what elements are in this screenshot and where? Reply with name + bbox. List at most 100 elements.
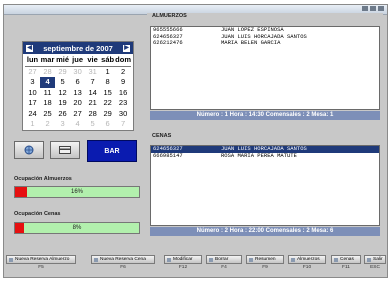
calendar-day[interactable]: 24 [25, 109, 40, 120]
almuerzos-list[interactable]: 965555666 JUAN LOPEZ ESPINOSA 624656327 JUA… [150, 26, 380, 110]
calendar-day[interactable]: 30 [70, 67, 85, 78]
calendar-day[interactable]: 26 [55, 109, 70, 120]
reservation-row[interactable]: 666985147 ROSA MARIA PEREA MATUTE [151, 151, 379, 160]
calendar-day[interactable]: 6 [100, 119, 115, 130]
calendar-day[interactable]: 16 [115, 88, 131, 99]
cenas-status: Número : 2 Hora : 22:00 Comensales : 2 M… [150, 227, 380, 236]
toolbar-button-f9[interactable]: Resumen [246, 255, 284, 264]
calendar-day[interactable]: 14 [85, 88, 100, 99]
calendar-day-name: dom [115, 55, 131, 67]
calendar-day-selected[interactable]: 4 [40, 77, 56, 88]
toolbar-icon [249, 257, 253, 262]
toolbar-button-label: Borrar [215, 257, 229, 262]
calendar-day[interactable]: 7 [85, 77, 100, 88]
toolbar-button-f4[interactable]: Borrar [206, 255, 242, 264]
calendar-day[interactable]: 31 [85, 67, 100, 78]
calendar-day[interactable]: 11 [40, 88, 55, 99]
calendar-day[interactable]: 25 [40, 109, 55, 120]
calendar-day[interactable]: 2 [40, 119, 55, 130]
calendar-month-year: septiembre de 2007 [43, 43, 113, 53]
toolbar-button-esc[interactable]: Salir [364, 255, 386, 264]
toolbar-button-f5[interactable]: Nueva Reserva Almuerzo [6, 255, 76, 264]
calendar-day[interactable]: 6 [70, 77, 85, 88]
calendar-day[interactable]: 28 [40, 67, 55, 78]
almuerzos-title: ALMUERZOS [152, 13, 187, 19]
calendar: ◀ septiembre de 2007 ▶ lun mar mié jue vie sá… [22, 41, 134, 131]
calendar-day[interactable]: 17 [25, 98, 40, 109]
calendar-day[interactable]: 15 [100, 88, 115, 99]
globe-button[interactable] [14, 141, 44, 159]
lunch-occupancy-fill [15, 187, 28, 197]
calendar-day-name: jue [70, 55, 86, 67]
reservation-name: ROSA MARIA PEREA MATUTE [221, 151, 297, 159]
calendar-day[interactable]: 3 [55, 119, 70, 130]
calendar-day[interactable]: 27 [70, 109, 85, 120]
almuerzos-panel: ALMUERZOS 965555666 JUAN LOPEZ ESPINOSA 62… [147, 13, 383, 123]
calendar-day[interactable]: 10 [25, 88, 40, 99]
cenas-title: CENAS [152, 133, 172, 139]
calendar-day[interactable]: 22 [100, 98, 115, 109]
toolbar-button-f12[interactable]: Modificar [164, 255, 202, 264]
calendar-day[interactable]: 8 [100, 77, 115, 88]
lunch-occupancy-label: Ocupación Almuerzos [14, 176, 72, 182]
function-key-label: F12 [178, 265, 188, 270]
function-key-label: F11 [342, 265, 350, 270]
bottom-toolbar: Nueva Reserva Almuerzo F5 Nueva Reserva Ce… [6, 255, 386, 273]
function-key-label: F5 [38, 265, 44, 270]
function-key-label: F4 [221, 265, 227, 270]
calendar-day[interactable]: 5 [55, 77, 70, 88]
reservation-phone: 666985147 [153, 151, 183, 159]
calendar-day-name: vie [85, 55, 101, 67]
minimize-icon[interactable] [362, 6, 368, 11]
calendar-day[interactable]: 9 [115, 77, 131, 88]
calendar-day[interactable]: 1 [25, 119, 40, 130]
toolbar-icon [167, 257, 171, 262]
calendar-day[interactable]: 29 [100, 109, 115, 120]
calendar-day[interactable]: 3 [25, 77, 40, 88]
calendar-day[interactable]: 4 [70, 119, 85, 130]
toolbar-button-f6[interactable]: Nueva Reserva Cena [91, 255, 155, 264]
function-key-label: ESC [370, 265, 380, 270]
lunch-occupancy-value: 16% [70, 189, 83, 195]
dinner-occupancy-bar: 8% [14, 222, 140, 234]
bar-button[interactable]: BAR [87, 140, 137, 162]
toolbar-icon [94, 257, 98, 262]
function-key-label: F6 [120, 265, 126, 270]
calendar-day[interactable]: 19 [55, 98, 70, 109]
lunch-occupancy-bar: 16% [14, 186, 140, 198]
calendar-day[interactable]: 7 [115, 119, 131, 130]
maximize-icon[interactable] [370, 6, 376, 11]
calendar-day[interactable]: 13 [70, 88, 85, 99]
function-key-label: F9 [262, 265, 268, 270]
toolbar-icon [291, 257, 295, 262]
cenas-list[interactable]: 624656327 JUAN LUIS HORCAJADA SANTOS 66698… [150, 145, 380, 226]
calendar-day[interactable]: 1 [100, 67, 115, 78]
calendar-day[interactable]: 21 [85, 98, 100, 109]
calendar-day[interactable]: 18 [40, 98, 55, 109]
toolbar-button-label: Nueva Reserva Almuerzo [15, 257, 70, 262]
calendar-grid: lun mar mié jue vie sáb dom 27 28 29 30 31 1 2 3 4 5 6 7 8 9… [23, 54, 133, 131]
close-icon[interactable] [378, 6, 384, 11]
globe-icon [24, 145, 34, 155]
calendar-day[interactable]: 23 [115, 98, 131, 109]
card-button[interactable] [50, 141, 80, 159]
calendar-day[interactable]: 27 [25, 67, 40, 78]
calendar-day[interactable]: 5 [85, 119, 100, 130]
calendar-day[interactable]: 12 [55, 88, 70, 99]
calendar-day[interactable]: 29 [55, 67, 70, 78]
toolbar-icon [334, 257, 338, 262]
chevron-right-icon[interactable]: ▶ [123, 44, 130, 52]
calendar-header: ◀ septiembre de 2007 ▶ [23, 42, 133, 54]
toolbar-button-label: Nueva Reserva Cena [100, 257, 146, 262]
reservation-row[interactable]: 626212476 MARIA BELEN GARCIA [151, 39, 379, 47]
dinner-occupancy-fill [15, 223, 24, 233]
calendar-day-name: sáb [100, 55, 116, 67]
calendar-day[interactable]: 20 [70, 98, 85, 109]
calendar-day[interactable]: 2 [115, 67, 131, 78]
toolbar-button-f10[interactable]: Almuerzos [288, 255, 326, 264]
chevron-left-icon[interactable]: ◀ [26, 44, 33, 52]
function-key-label: F10 [302, 265, 312, 270]
toolbar-button-f11[interactable]: Cenas [331, 255, 361, 264]
calendar-day[interactable]: 30 [115, 109, 131, 120]
calendar-day[interactable]: 28 [85, 109, 100, 120]
